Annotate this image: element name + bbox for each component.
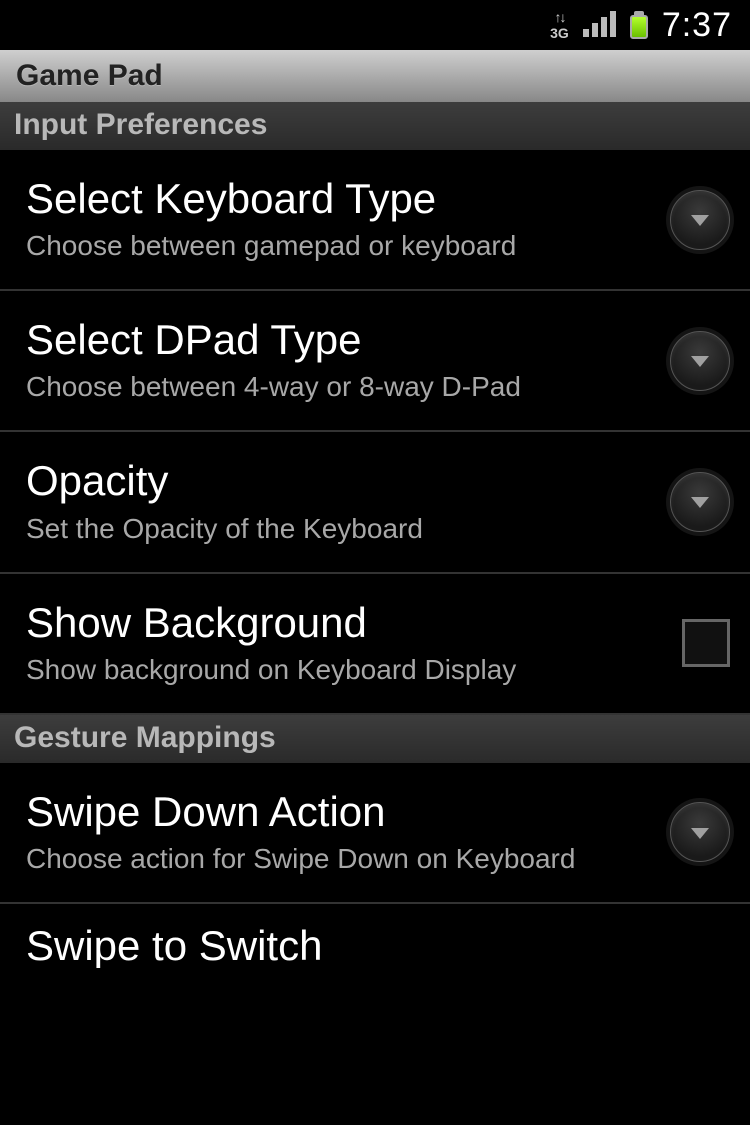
battery-icon — [630, 11, 648, 39]
pref-swipe-to-switch[interactable]: Swipe to Switch — [0, 904, 750, 968]
chevron-down-icon[interactable] — [670, 802, 730, 862]
page-title: Game Pad — [16, 59, 163, 93]
pref-title: Show Background — [26, 600, 664, 646]
pref-summary: Show background on Keyboard Display — [26, 652, 664, 687]
pref-summary: Set the Opacity of the Keyboard — [26, 511, 652, 546]
section-header-input-preferences: Input Preferences — [0, 102, 750, 150]
signal-icon — [583, 13, 616, 37]
checkbox[interactable] — [682, 619, 730, 667]
pref-title: Opacity — [26, 458, 652, 504]
pref-summary: Choose action for Swipe Down on Keyboard — [26, 841, 652, 876]
status-clock: 7:37 — [662, 6, 732, 45]
pref-title: Select DPad Type — [26, 317, 652, 363]
pref-select-keyboard-type[interactable]: Select Keyboard Type Choose between game… — [0, 150, 750, 291]
settings-list: Swipe Down Action Choose action for Swip… — [0, 763, 750, 968]
pref-title: Select Keyboard Type — [26, 176, 652, 222]
pref-summary: Choose between gamepad or keyboard — [26, 228, 652, 263]
chevron-down-icon[interactable] — [670, 472, 730, 532]
pref-swipe-down-action[interactable]: Swipe Down Action Choose action for Swip… — [0, 763, 750, 904]
pref-title: Swipe to Switch — [26, 923, 730, 968]
section-header-gesture-mappings: Gesture Mappings — [0, 715, 750, 763]
pref-show-background[interactable]: Show Background Show background on Keybo… — [0, 574, 750, 715]
pref-summary: Choose between 4-way or 8-way D-Pad — [26, 369, 652, 404]
chevron-down-icon[interactable] — [670, 190, 730, 250]
status-bar: ↑↓ 3G 7:37 — [0, 0, 750, 50]
section-header-label: Input Preferences — [14, 108, 267, 141]
chevron-down-icon[interactable] — [670, 331, 730, 391]
title-bar: Game Pad — [0, 50, 750, 102]
settings-list: Select Keyboard Type Choose between game… — [0, 150, 750, 715]
section-header-label: Gesture Mappings — [14, 721, 276, 754]
pref-select-dpad-type[interactable]: Select DPad Type Choose between 4-way or… — [0, 291, 750, 432]
pref-title: Swipe Down Action — [26, 789, 652, 835]
network-3g-icon: ↑↓ 3G — [550, 10, 569, 40]
pref-opacity[interactable]: Opacity Set the Opacity of the Keyboard — [0, 432, 750, 573]
